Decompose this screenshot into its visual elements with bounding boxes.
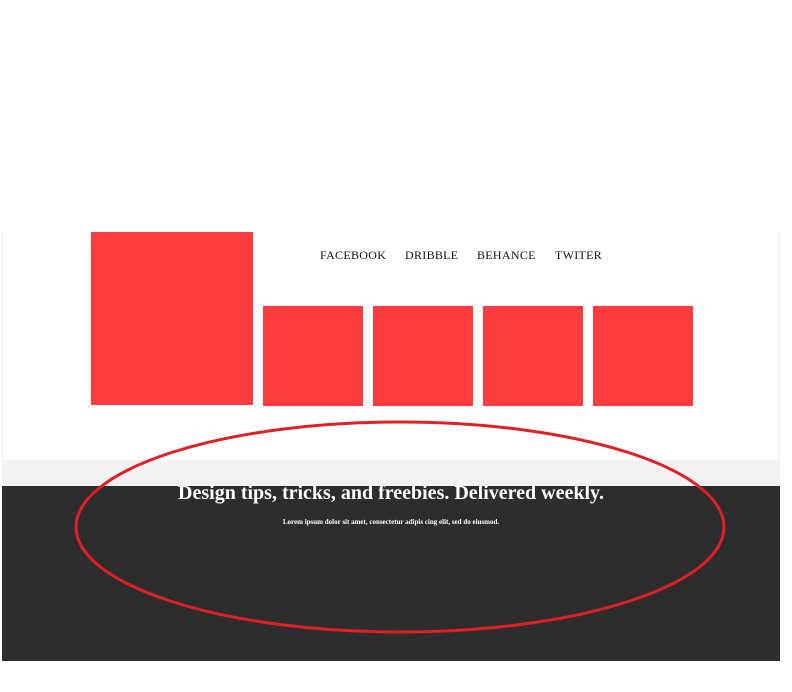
newsletter-section: Design tips, tricks, and freebies. Deliv… (2, 482, 780, 661)
behance-link[interactable]: BEHANCE (477, 248, 536, 263)
gallery-tile[interactable] (263, 306, 363, 406)
facebook-link[interactable]: FACEBOOK (320, 248, 386, 263)
newsletter-subtitle: Lorem ipsum dolor sit amet, consectetur … (282, 518, 500, 526)
social-nav: FACEBOOK DRIBBLE BEHANCE TWITER (3, 248, 779, 264)
newsletter-title: Design tips, tricks, and freebies. Deliv… (178, 482, 604, 504)
header-section: FACEBOOK DRIBBLE BEHANCE TWITER (2, 232, 780, 460)
dribble-link[interactable]: DRIBBLE (405, 248, 458, 263)
page: FACEBOOK DRIBBLE BEHANCE TWITER Design t… (0, 0, 792, 692)
twiter-link[interactable]: TWITER (555, 248, 602, 263)
gallery-tile[interactable] (593, 306, 693, 406)
gallery-tile[interactable] (483, 306, 583, 406)
gallery-tile[interactable] (373, 306, 473, 406)
